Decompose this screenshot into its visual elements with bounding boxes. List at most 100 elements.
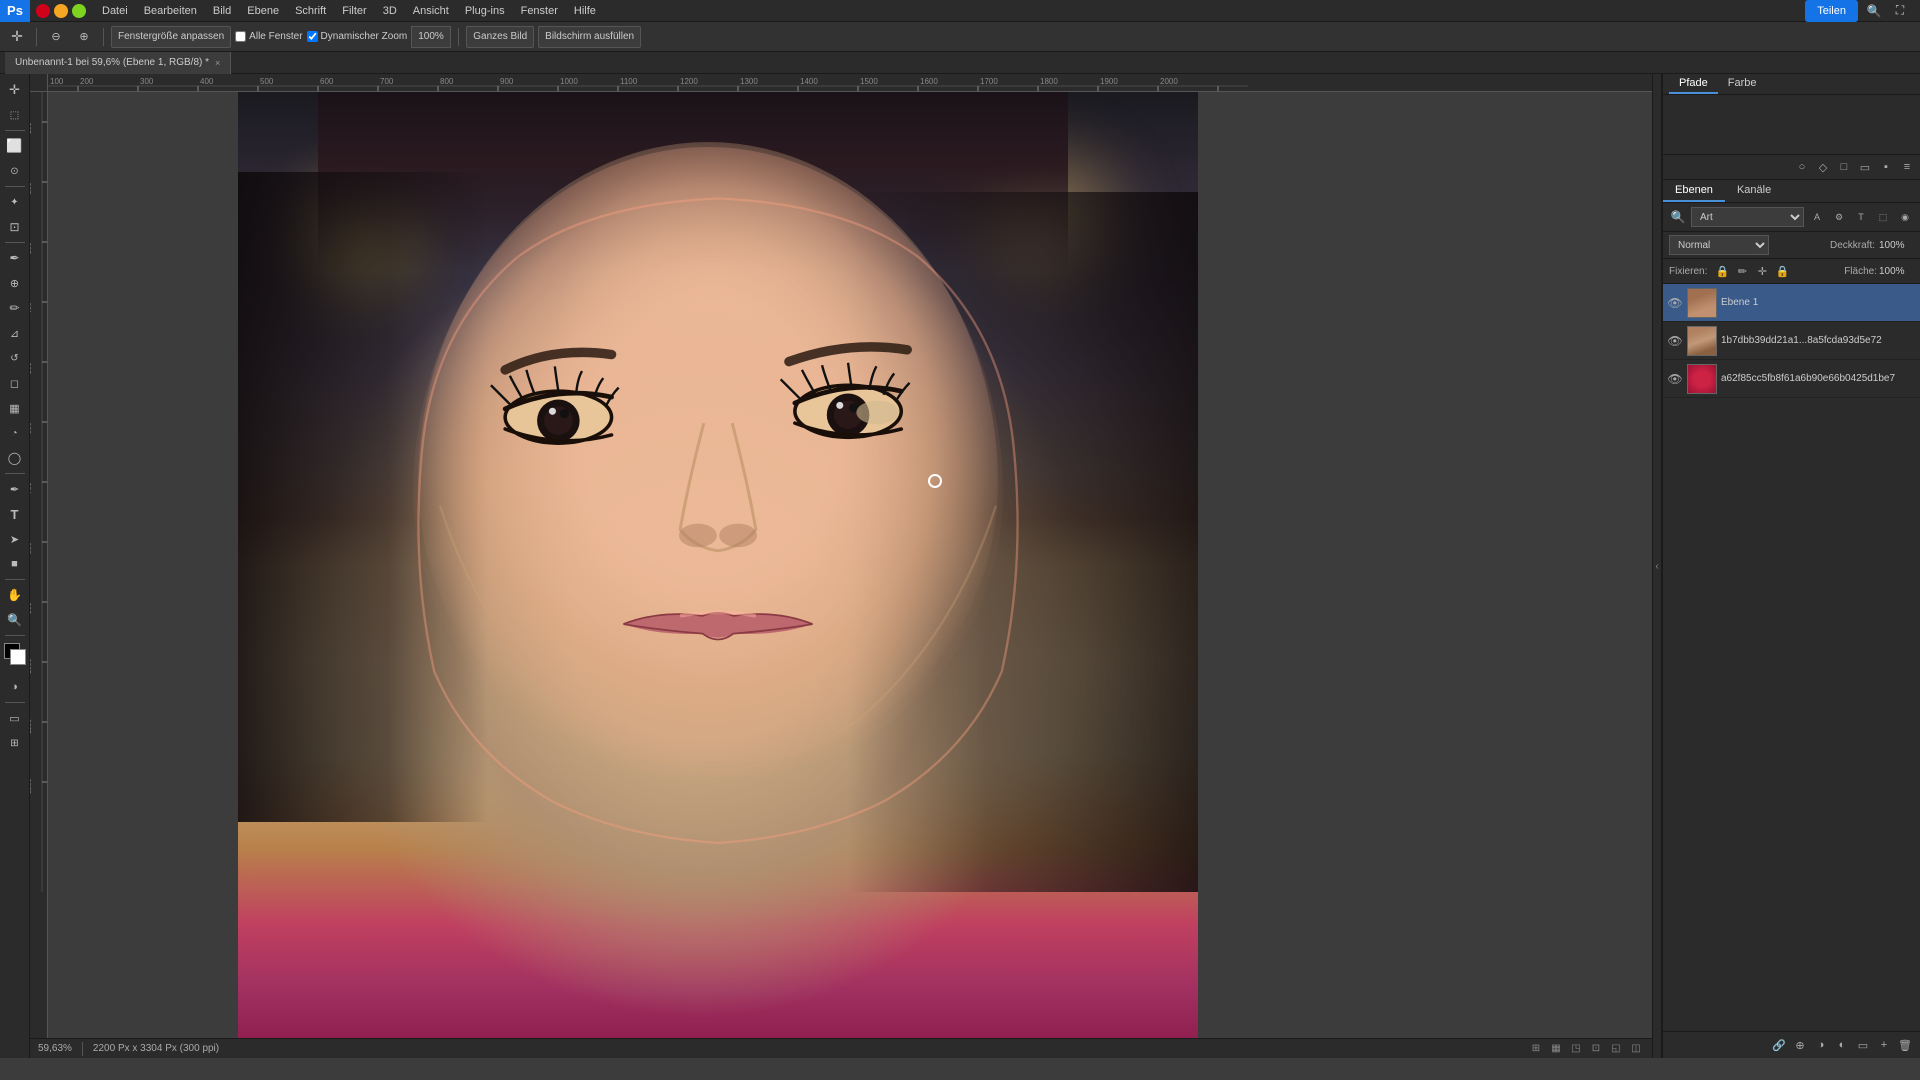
history-brush-tool[interactable]: ↺	[3, 346, 27, 370]
dynamic-zoom-checkbox[interactable]: Dynamischer Zoom	[307, 31, 408, 42]
dynamic-zoom-check[interactable]	[307, 31, 318, 42]
portrait-canvas[interactable]	[238, 92, 1198, 1038]
svg-text:1500: 1500	[860, 77, 878, 86]
menu-bild[interactable]: Bild	[205, 0, 239, 22]
menu-ebene[interactable]: Ebene	[239, 0, 287, 22]
statusbar-icon-4[interactable]: ⊡	[1588, 1041, 1604, 1057]
menu-datei[interactable]: Datei	[94, 0, 136, 22]
tool-sep-2	[5, 186, 25, 187]
crop-tool[interactable]: ⊡	[3, 215, 27, 239]
menu-hilfe[interactable]: Hilfe	[566, 0, 604, 22]
panel-icon-diamond[interactable]: ◇	[1814, 158, 1832, 176]
tab-color[interactable]: Farbe	[1718, 74, 1767, 94]
tab-paths[interactable]: Pfade	[1669, 74, 1718, 94]
document-tab-close[interactable]: ×	[215, 58, 220, 68]
statusbar-icon-1[interactable]: ⊞	[1528, 1041, 1544, 1057]
filter-toggle[interactable]: ◉	[1896, 208, 1914, 226]
gradient-tool[interactable]: ▦	[3, 396, 27, 420]
all-windows-checkbox[interactable]: Alle Fenster	[235, 31, 302, 42]
artboard-tool[interactable]: ⬚	[3, 103, 27, 127]
document-tab[interactable]: Unbenannt-1 bei 59,6% (Ebene 1, RGB/8) *…	[5, 52, 231, 74]
magic-wand-tool[interactable]: ✦	[3, 190, 27, 214]
spot-heal-tool[interactable]: ⊕	[3, 271, 27, 295]
lock-icon-1[interactable]: 🔒	[1713, 262, 1731, 280]
layer-item-3[interactable]: 👁 a62f85cc5fb8f61a6b90e66b0425d1be7	[1663, 360, 1920, 398]
pen-tool[interactable]: ✒	[3, 477, 27, 501]
panel-icon-square[interactable]: □	[1835, 158, 1853, 176]
fit-window-button[interactable]: Fenstergröße anpassen	[111, 26, 231, 48]
lock-icon-4[interactable]: 🔒	[1773, 262, 1791, 280]
artboards-button[interactable]: ⊞	[3, 731, 27, 755]
menu-bearbeiten[interactable]: Bearbeiten	[136, 0, 205, 22]
layer-1-visibility[interactable]: 👁	[1667, 295, 1683, 311]
panel-collapse-handle[interactable]: ‹	[1652, 74, 1662, 1058]
layer-2-visibility[interactable]: 👁	[1667, 333, 1683, 349]
fit-all-button[interactable]: Ganzes Bild	[466, 26, 534, 48]
statusbar-icon-3[interactable]: ◳	[1568, 1041, 1584, 1057]
add-style-icon[interactable]: ⊕	[1791, 1036, 1809, 1054]
add-adjustment-icon[interactable]: ◐	[1833, 1036, 1851, 1054]
move-tool[interactable]: ✛	[3, 78, 27, 102]
screen-mode-button[interactable]: ▭	[3, 706, 27, 730]
zoom-fit-button[interactable]: ⊖	[44, 25, 68, 49]
add-group-icon[interactable]: ▭	[1854, 1036, 1872, 1054]
blend-mode-select[interactable]: Normal Multiplizieren Abwedeln Überlager…	[1669, 235, 1769, 255]
delete-layer-icon[interactable]: 🗑	[1896, 1036, 1914, 1054]
window-maximize-button[interactable]	[72, 4, 86, 18]
background-color[interactable]	[10, 649, 26, 665]
layer-item-2[interactable]: 👁 1b7dbb39dd21a1...8a5fcda93d5e72	[1663, 322, 1920, 360]
filter-icon-4[interactable]: ⬚	[1874, 208, 1892, 226]
layer-filter-select[interactable]: Art Art Name Effekt Modus	[1691, 207, 1804, 227]
brush-tool[interactable]: ✏	[3, 296, 27, 320]
shape-tool[interactable]: ■	[3, 552, 27, 576]
link-layers-icon[interactable]: 🔗	[1770, 1036, 1788, 1054]
tab-channels[interactable]: Kanäle	[1725, 180, 1783, 202]
filter-icon-2[interactable]: ⚙	[1830, 208, 1848, 226]
zoom-in-button[interactable]: ⊕	[72, 25, 96, 49]
window-minimize-button[interactable]	[54, 4, 68, 18]
maximize-icon[interactable]: ⛶	[1890, 1, 1910, 21]
add-mask-icon[interactable]: ◑	[1812, 1036, 1830, 1054]
path-select-tool[interactable]: ➤	[3, 527, 27, 551]
menu-fenster[interactable]: Fenster	[513, 0, 566, 22]
add-layer-icon[interactable]: +	[1875, 1036, 1893, 1054]
panel-icon-circle[interactable]: ○	[1793, 158, 1811, 176]
menu-schrift[interactable]: Schrift	[287, 0, 334, 22]
panel-icon-square2[interactable]: ▪	[1877, 158, 1895, 176]
lasso-tool[interactable]: ⊙	[3, 159, 27, 183]
hand-tool[interactable]: ✋	[3, 583, 27, 607]
statusbar-icon-5[interactable]: ◱	[1608, 1041, 1624, 1057]
statusbar-icon-6[interactable]: ◫	[1628, 1041, 1644, 1057]
layer-3-visibility[interactable]: 👁	[1667, 371, 1683, 387]
menu-plugins[interactable]: Plug-ins	[457, 0, 513, 22]
filter-icon-3[interactable]: T	[1852, 208, 1870, 226]
zoom-tool[interactable]: 🔍	[3, 608, 27, 632]
lock-icon-2[interactable]: ✏	[1733, 262, 1751, 280]
panel-icon-list[interactable]: ≡	[1898, 158, 1916, 176]
menu-3d[interactable]: 3D	[375, 0, 405, 22]
menu-filter[interactable]: Filter	[334, 0, 374, 22]
statusbar-icon-2[interactable]: ▦	[1548, 1041, 1564, 1057]
quick-mask-button[interactable]: ◑	[3, 675, 27, 699]
dodge-tool[interactable]: ◯	[3, 446, 27, 470]
search-layers-icon[interactable]: 🔍	[1669, 208, 1687, 226]
tab-layers[interactable]: Ebenen	[1663, 180, 1725, 202]
color-boxes[interactable]	[4, 643, 26, 665]
document-tabbar: Unbenannt-1 bei 59,6% (Ebene 1, RGB/8) *…	[0, 52, 1920, 74]
layer-item-1[interactable]: 👁 Ebene 1	[1663, 284, 1920, 322]
type-tool[interactable]: T	[3, 502, 27, 526]
blur-tool[interactable]: ◔	[3, 421, 27, 445]
search-icon[interactable]: 🔍	[1864, 1, 1884, 21]
eraser-tool[interactable]: ◻	[3, 371, 27, 395]
marquee-tool[interactable]: ⬜	[3, 134, 27, 158]
filter-icon-1[interactable]: A	[1808, 208, 1826, 226]
panel-icon-rounded[interactable]: ▭	[1856, 158, 1874, 176]
lock-icon-3[interactable]: ✛	[1753, 262, 1771, 280]
clone-stamp-tool[interactable]: ⊿	[3, 321, 27, 345]
window-close-button[interactable]	[36, 4, 50, 18]
eyedropper-tool[interactable]: ✒	[3, 246, 27, 270]
share-button[interactable]: Teilen	[1805, 0, 1858, 22]
menu-ansicht[interactable]: Ansicht	[405, 0, 457, 22]
all-windows-check[interactable]	[235, 31, 246, 42]
fill-screen-button[interactable]: Bildschirm ausfüllen	[538, 26, 641, 48]
